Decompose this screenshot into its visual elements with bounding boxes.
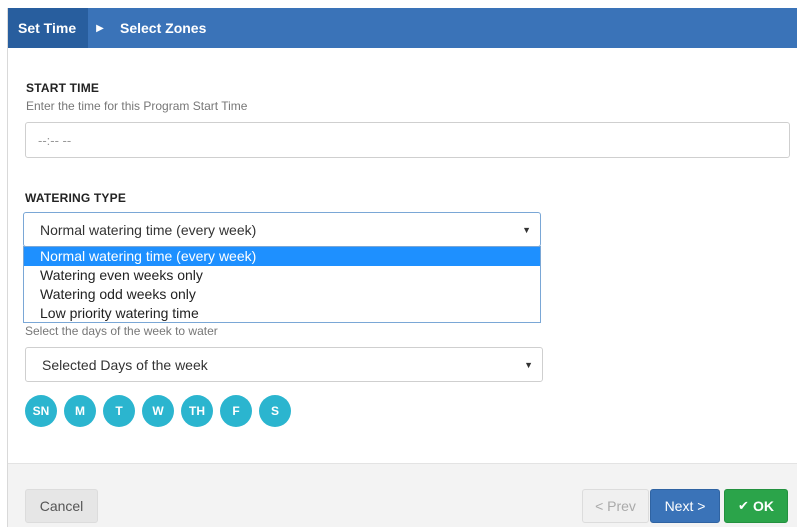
days-select-value: Selected Days of the week xyxy=(42,356,208,373)
dropdown-arrow-icon: ▼ xyxy=(524,359,533,370)
ok-button[interactable]: ✔ OK xyxy=(724,489,788,523)
day-toggle-monday[interactable]: M xyxy=(64,395,96,427)
watering-type-value: Normal watering time (every week) xyxy=(40,221,257,238)
caret-right-icon: ▶ xyxy=(96,22,104,34)
option-even-weeks[interactable]: Watering even weeks only xyxy=(24,266,540,285)
day-toggle-saturday[interactable]: S xyxy=(259,395,291,427)
day-toggle-tuesday[interactable]: T xyxy=(103,395,135,427)
day-toggle-thursday[interactable]: TH xyxy=(181,395,213,427)
watering-type-label: WATERING TYPE xyxy=(25,191,127,205)
day-toggle-sunday[interactable]: SN xyxy=(25,395,57,427)
dropdown-arrow-icon: ▼ xyxy=(522,224,531,235)
wizard-header: Set Time ▶ Select Zones xyxy=(8,8,797,48)
step-select-zones[interactable]: Select Zones xyxy=(120,8,206,48)
start-time-label: START TIME xyxy=(26,81,100,95)
start-time-input[interactable]: --:-- -- xyxy=(25,122,790,158)
ok-button-label: OK xyxy=(752,498,774,514)
start-time-help: Enter the time for this Program Start Ti… xyxy=(26,99,248,113)
option-normal-watering[interactable]: Normal watering time (every week) xyxy=(24,247,540,266)
day-toggle-friday[interactable]: F xyxy=(220,395,252,427)
watering-type-select[interactable]: Normal watering time (every week) ▼ xyxy=(23,212,541,247)
wizard-footer: Cancel < Prev Next > ✔ OK xyxy=(8,463,797,527)
prev-button[interactable]: < Prev xyxy=(582,489,649,523)
watering-type-dropdown: Normal watering time (every week) Wateri… xyxy=(23,246,541,323)
next-button[interactable]: Next > xyxy=(650,489,720,523)
wizard-panel: Set Time ▶ Select Zones START TIME Enter… xyxy=(8,8,797,527)
checkmark-icon: ✔ xyxy=(738,498,749,513)
day-toggle-wednesday[interactable]: W xyxy=(142,395,174,427)
day-toggle-group: SN M T W TH F S xyxy=(25,395,298,427)
option-low-priority[interactable]: Low priority watering time xyxy=(24,304,540,323)
days-select[interactable]: Selected Days of the week ▼ xyxy=(25,347,543,382)
step-set-time[interactable]: Set Time xyxy=(8,8,88,48)
option-odd-weeks[interactable]: Watering odd weeks only xyxy=(24,285,540,304)
start-time-value: --:-- -- xyxy=(38,132,72,148)
cancel-button[interactable]: Cancel xyxy=(25,489,98,523)
days-help: Select the days of the week to water xyxy=(25,324,218,338)
